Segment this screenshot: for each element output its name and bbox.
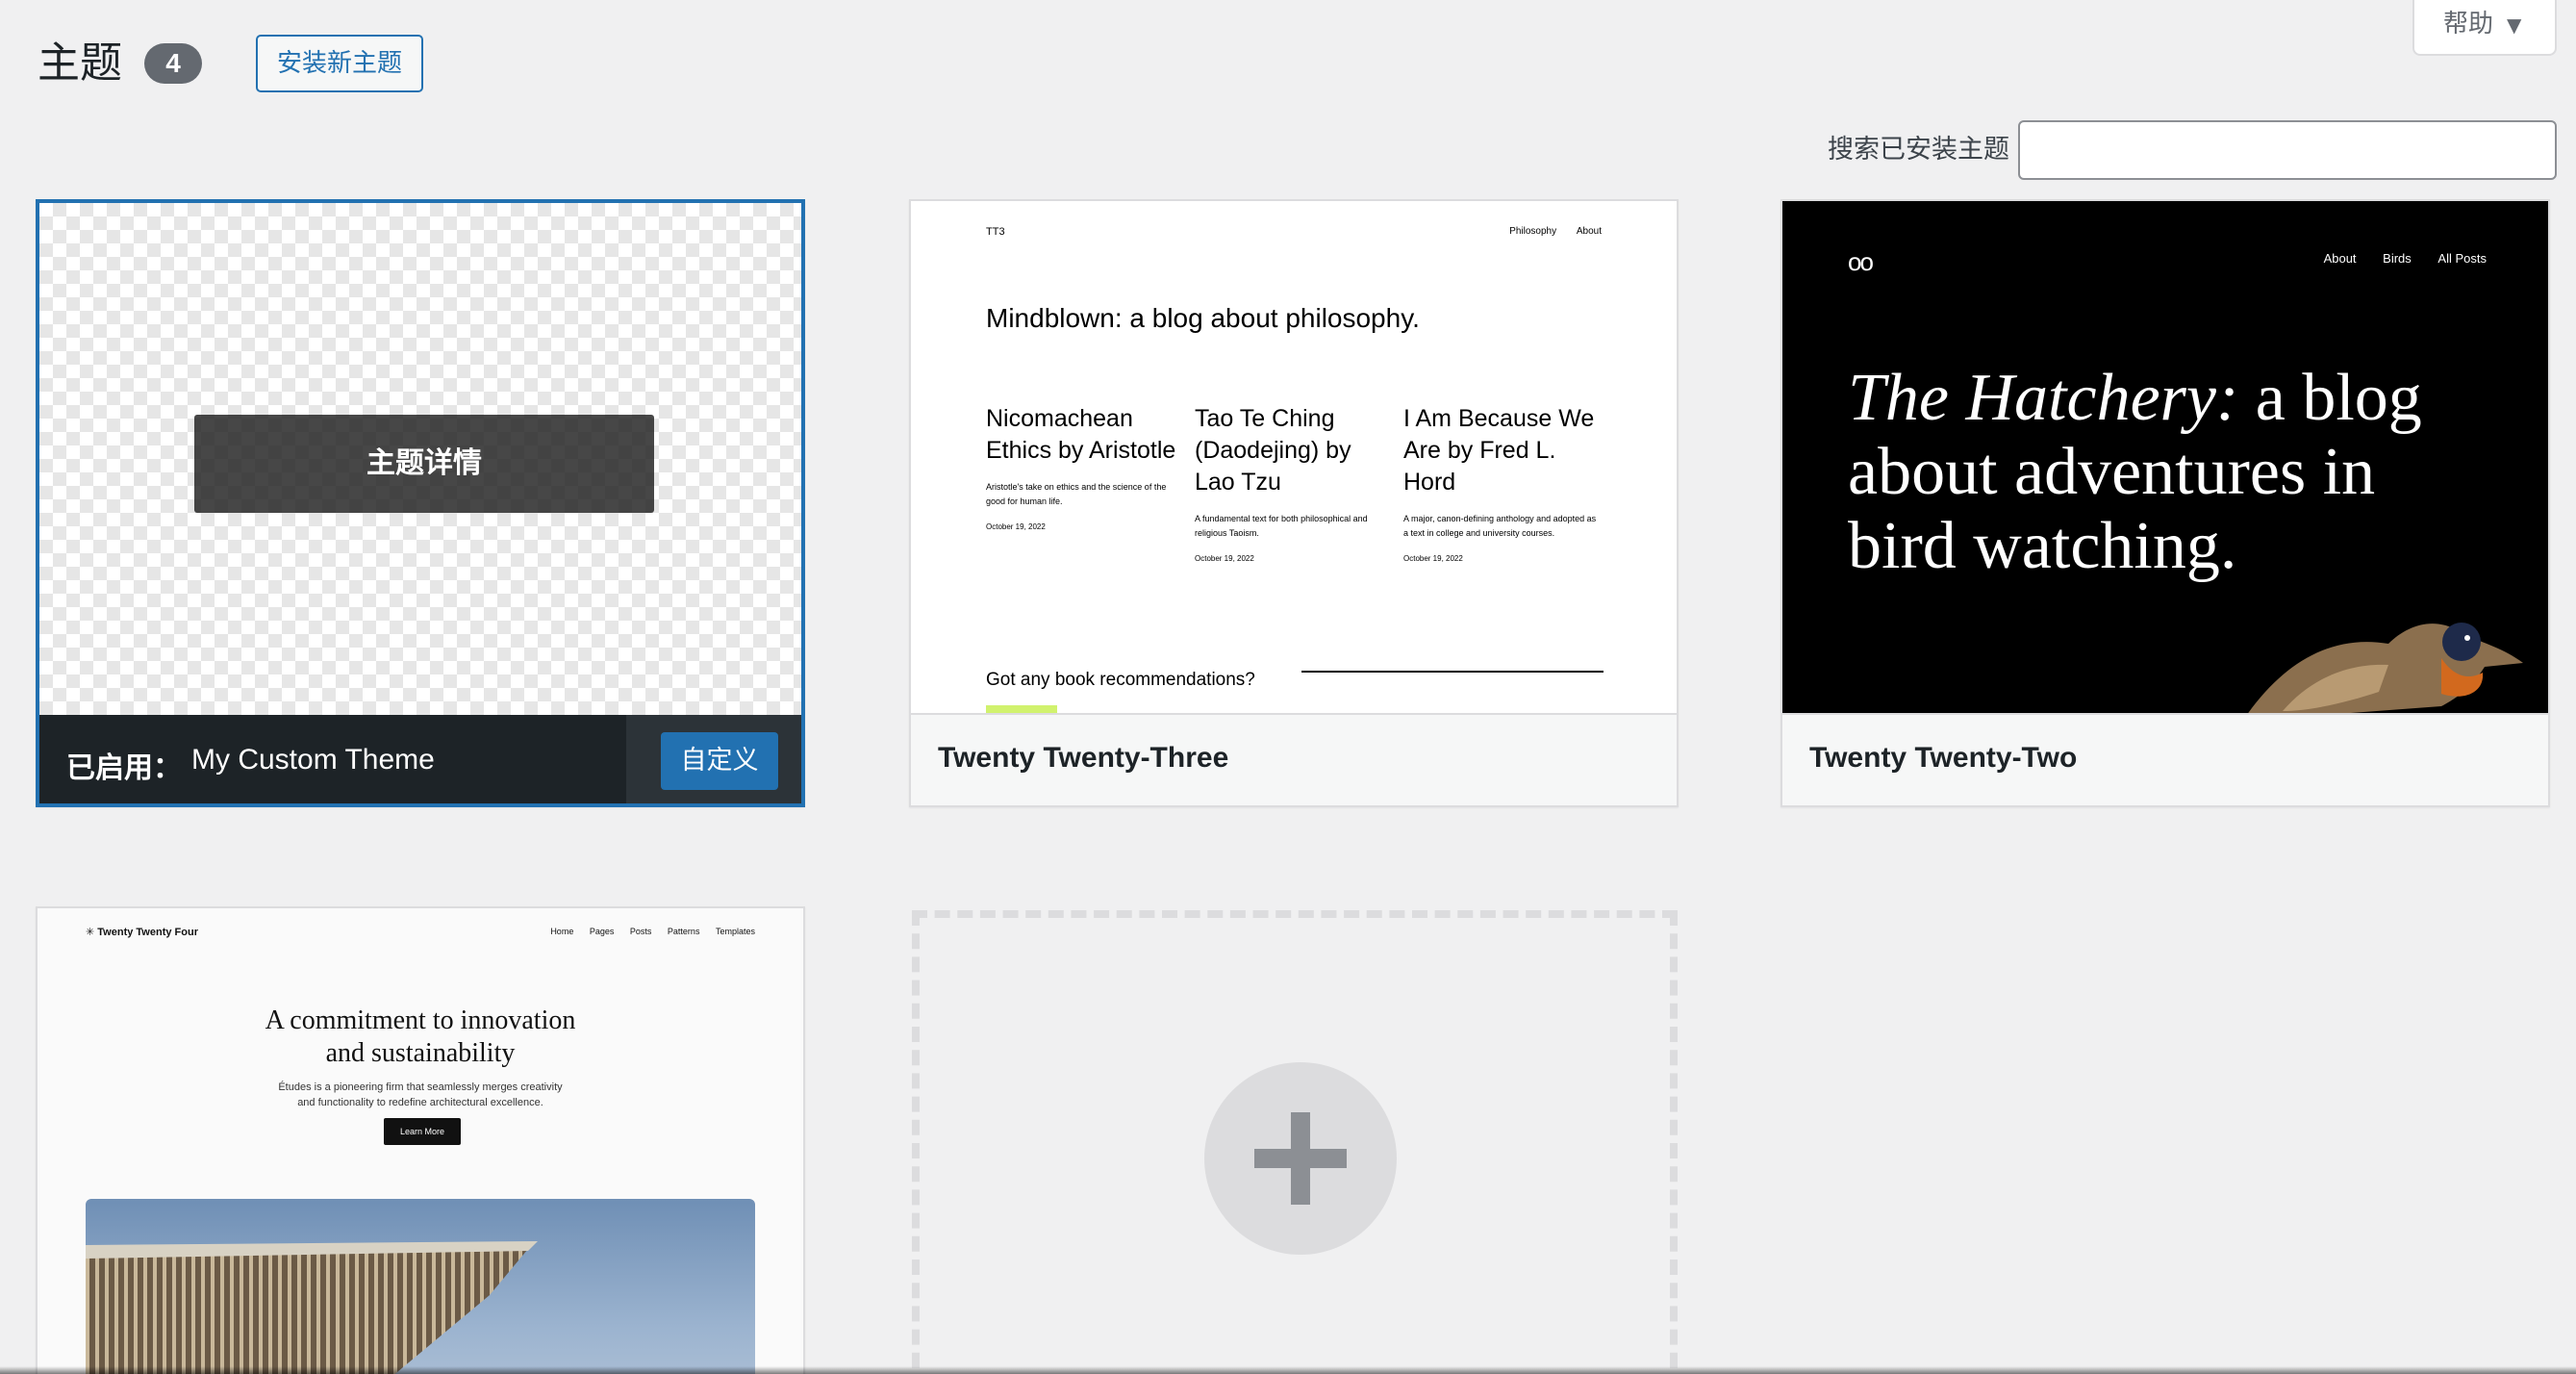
theme-count-badge: 4	[144, 43, 202, 84]
preview-logo-icon: oo	[1848, 247, 1874, 276]
help-tab-button[interactable]: 帮助 ▼	[2412, 0, 2557, 56]
viewport-bottom-edge	[0, 1366, 2576, 1374]
preview-post-title: Nicomachean Ethics by Aristotle	[986, 405, 1176, 464]
active-theme-bar: 已启用： My Custom Theme 自定义	[39, 715, 801, 803]
preview-post-title: I Am Because We Are by Fred L. Hord	[1403, 405, 1595, 496]
theme-screenshot-placeholder[interactable]: 主题详情	[39, 203, 801, 715]
search-installed-themes-input[interactable]	[2018, 120, 2557, 180]
preview-nav-item: Philosophy	[1509, 226, 1557, 237]
preview-post: Tao Te Ching (Daodejing) by Lao Tzu A fu…	[1195, 403, 1392, 563]
active-theme-name: My Custom Theme	[191, 744, 435, 776]
preview-nav-item: Posts	[629, 927, 652, 936]
preview-post-date: October 19, 2022	[1403, 554, 1463, 563]
preview-post: Nicomachean Ethics by Aristotle Aristotl…	[986, 403, 1183, 531]
preview-nav-item: Birds	[2383, 251, 2412, 266]
help-label: 帮助	[2443, 10, 2494, 38]
preview-post-desc: A major, canon-defining anthology and ad…	[1403, 514, 1597, 538]
theme-card-twenty-twenty-three[interactable]: TT3 Philosophy About Mindblown: a blog a…	[909, 199, 1679, 807]
theme-screenshot[interactable]: TT3 Philosophy About Mindblown: a blog a…	[911, 201, 1677, 713]
preview-description-line: and functionality to redefine architectu…	[297, 1097, 543, 1108]
customize-button[interactable]: 自定义	[661, 732, 778, 790]
preview-title-line: and sustainability	[325, 1038, 516, 1068]
preview-description: Études is a pioneering firm that seamles…	[38, 1080, 803, 1110]
theme-name-bar: Twenty Twenty-Three	[911, 713, 1677, 805]
preview-nav-item: All Posts	[2437, 251, 2487, 266]
add-new-theme-button[interactable]: 安装新主题	[256, 35, 423, 92]
search-label: 搜索已安装主题	[1828, 135, 2009, 165]
customize-actions: 自定义	[626, 715, 801, 803]
preview-description-line: Études is a pioneering firm that seamles…	[278, 1081, 563, 1093]
preview-nav-item: Pages	[589, 927, 615, 936]
preview-post-desc: Aristotle's take on ethics and the scien…	[986, 482, 1167, 506]
theme-screenshot[interactable]: ✳ Twenty Twenty Four Home Pages Posts Pa…	[38, 908, 803, 1374]
add-new-theme-card[interactable]	[912, 910, 1678, 1374]
theme-screenshot[interactable]: oo About Birds All Posts The Hatchery: a…	[1782, 201, 2548, 713]
theme-card-twenty-twenty-four[interactable]: ✳ Twenty Twenty Four Home Pages Posts Pa…	[36, 906, 805, 1374]
preview-building-image	[86, 1199, 755, 1374]
bird-illustration	[2248, 623, 2523, 713]
theme-name: Twenty Twenty-Two	[1809, 742, 2078, 774]
theme-name: Twenty Twenty-Three	[938, 742, 1229, 774]
preview-post-date: October 19, 2022	[986, 522, 1046, 531]
preview-post-date: October 19, 2022	[1195, 554, 1254, 563]
preview-nav: Philosophy About	[1492, 226, 1602, 237]
theme-card-twenty-twenty-two[interactable]: oo About Birds All Posts The Hatchery: a…	[1780, 199, 2550, 807]
preview-nav-item: Templates	[715, 927, 755, 936]
theme-details-button[interactable]: 主题详情	[194, 415, 654, 513]
preview-title-line: A commitment to innovation	[265, 1005, 576, 1035]
preview-site-logo: TT3	[986, 226, 1005, 238]
preview-learn-more-button: Learn More	[384, 1118, 461, 1145]
caret-down-icon: ▼	[2507, 13, 2522, 37]
preview-divider	[1301, 671, 1604, 673]
preview-nav-item: About	[2323, 251, 2357, 266]
preview-accent-bar	[986, 705, 1057, 713]
page-title: 主题	[38, 38, 122, 88]
preview-title: The Hatchery: a blog about adventures in…	[1848, 361, 2463, 583]
preview-nav-item: Home	[550, 927, 574, 936]
preview-post: I Am Because We Are by Fred L. Hord A ma…	[1403, 403, 1601, 563]
preview-nav: Home Pages Posts Patterns Templates	[537, 927, 755, 936]
theme-name-bar: Twenty Twenty-Two	[1782, 713, 2548, 805]
preview-nav-item: Patterns	[667, 927, 700, 936]
preview-site-logo: ✳ Twenty Twenty Four	[86, 927, 198, 938]
preview-title: Mindblown: a blog about philosophy.	[986, 303, 1420, 333]
active-label: 已启用：	[66, 751, 182, 785]
preview-footer-prompt: Got any book recommendations?	[986, 670, 1255, 690]
preview-nav: About Birds All Posts	[2301, 251, 2487, 266]
preview-post-title: Tao Te Ching (Daodejing) by Lao Tzu	[1195, 405, 1351, 496]
building-photo	[86, 1241, 538, 1374]
plus-icon[interactable]	[1204, 1062, 1397, 1255]
preview-title-italic: The Hatchery:	[1848, 361, 2239, 435]
theme-card-active[interactable]: 主题详情 已启用： My Custom Theme 自定义	[36, 199, 805, 807]
preview-post-desc: A fundamental text for both philosophica…	[1195, 514, 1368, 538]
preview-nav-item: About	[1576, 226, 1602, 237]
preview-title: A commitment to innovation and sustainab…	[38, 1005, 803, 1070]
